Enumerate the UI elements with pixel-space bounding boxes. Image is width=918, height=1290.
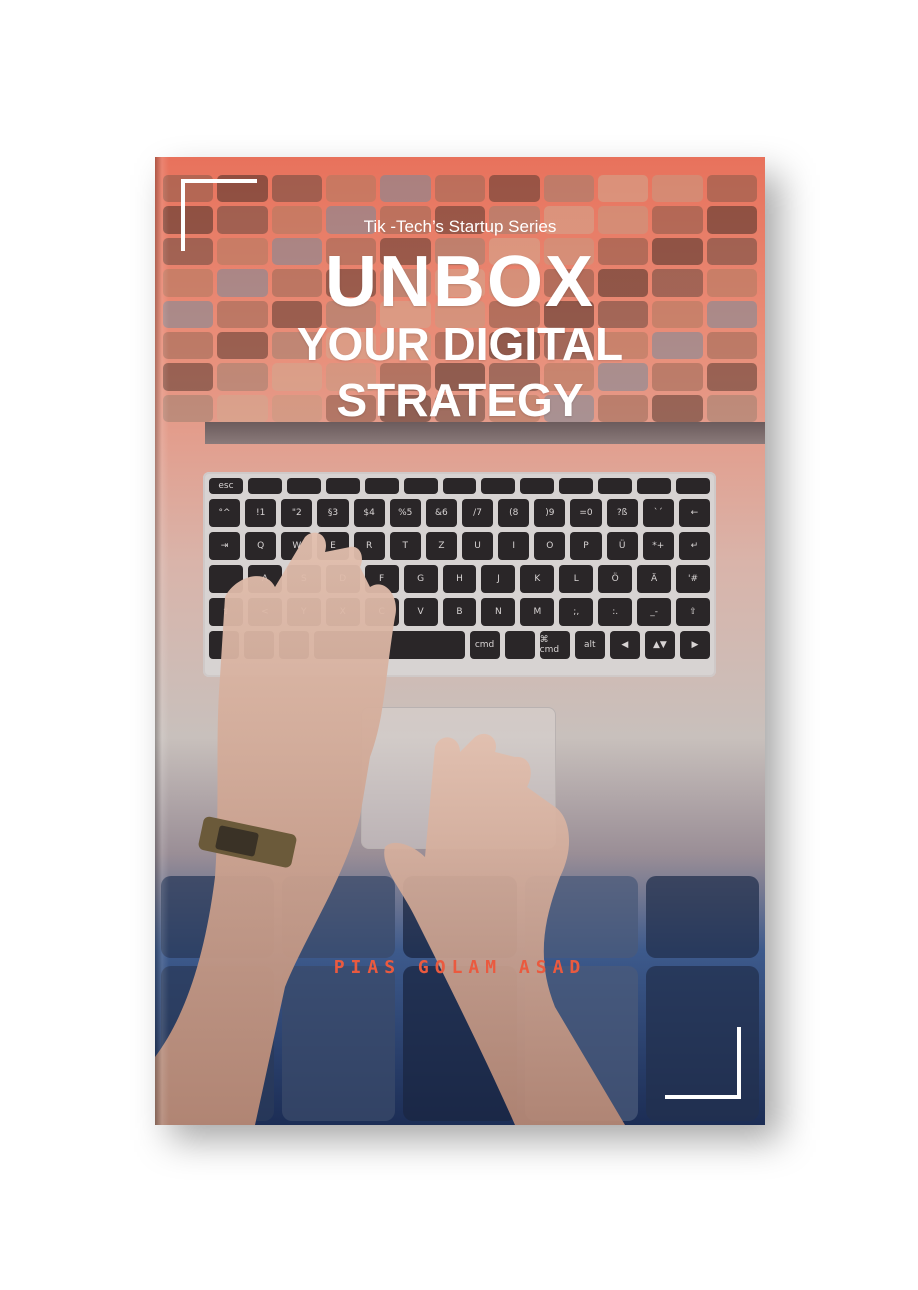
- left-hand: [155, 532, 396, 1125]
- right-hand: [384, 733, 625, 1125]
- title-line-2: YOUR DIGITAL: [296, 318, 624, 370]
- frame-corner-bottom-right: [665, 1027, 741, 1099]
- book-spine: [155, 157, 169, 1125]
- author-name: PIAS GOLAM ASAD: [333, 957, 587, 978]
- title-line-1: UNBOX: [324, 242, 595, 322]
- frame-corner-top-left: [181, 179, 257, 251]
- title-line-3: STRATEGY: [336, 374, 584, 426]
- book-cover: esc °^ !1 "2 §3 $4 %5 &6/7 (8)9 =0 ?ß `´ ← ⇥ Q W E R T Z U I O…: [155, 157, 765, 1125]
